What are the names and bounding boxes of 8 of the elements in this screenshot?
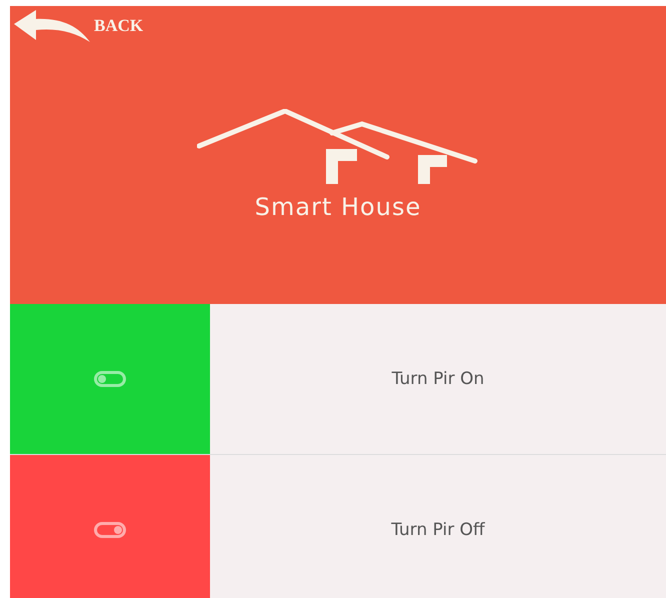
- action-button[interactable]: Turn Pir Off: [210, 455, 666, 598]
- curved-arrow-icon: [12, 8, 92, 44]
- toggle-icon: [94, 371, 126, 387]
- app-title: Smart House: [254, 193, 422, 221]
- action-button[interactable]: Turn Pir On: [210, 304, 666, 454]
- toggle-button[interactable]: [10, 455, 210, 598]
- toggle-button[interactable]: [10, 304, 210, 454]
- toggle-icon: [94, 522, 126, 538]
